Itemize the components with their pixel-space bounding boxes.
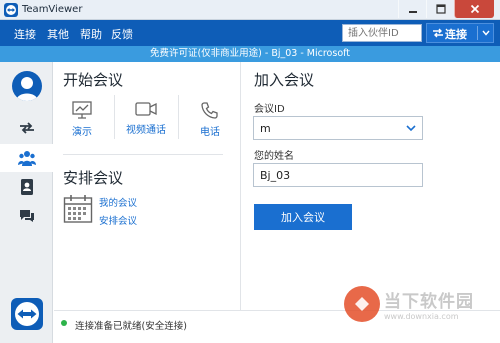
menu-other[interactable]: 其他 xyxy=(47,26,69,42)
close-button[interactable] xyxy=(454,0,494,18)
watermark-logo-icon xyxy=(344,286,380,322)
close-icon xyxy=(470,4,479,14)
your-name-label: 您的姓名 xyxy=(254,151,294,162)
sidebar-item-remote-control[interactable] xyxy=(0,114,53,142)
sidebar xyxy=(0,62,53,343)
calendar-icon xyxy=(63,195,93,223)
contacts-book-icon xyxy=(20,179,33,195)
sidebar-item-meeting[interactable] xyxy=(0,144,53,172)
chat-bubbles-icon xyxy=(19,210,34,222)
swap-arrows-icon xyxy=(433,28,443,38)
status-dot-icon xyxy=(61,320,67,326)
watermark: 当下软件园 www.downxia.com xyxy=(344,286,494,336)
phone-icon xyxy=(201,102,218,119)
status-text: 连接准备已就绪(安全连接) xyxy=(75,321,187,332)
meeting-id-value: m xyxy=(260,122,271,135)
watermark-text: 当下软件园 xyxy=(384,292,474,312)
phone-button[interactable]: 电话 xyxy=(180,101,240,138)
your-name-field[interactable] xyxy=(253,163,423,187)
maximize-button[interactable] xyxy=(426,0,454,18)
menu-bar: 连接 其他 帮助 反馈 xyxy=(0,20,500,46)
avatar[interactable] xyxy=(12,71,42,101)
start-meeting-title: 开始会议 xyxy=(63,71,124,89)
phone-label: 电话 xyxy=(200,127,220,138)
connect-button[interactable]: 连接 xyxy=(426,23,494,43)
video-call-button[interactable]: 视频通话 xyxy=(116,101,176,136)
presentation-icon xyxy=(72,101,92,119)
chevron-down-icon[interactable] xyxy=(482,30,490,36)
present-label: 演示 xyxy=(72,127,92,138)
user-avatar-icon xyxy=(16,77,38,101)
schedule-meeting-title: 安排会议 xyxy=(63,169,124,187)
video-call-label: 视频通话 xyxy=(126,125,166,136)
chevron-down-icon[interactable] xyxy=(406,125,416,132)
partner-id-input[interactable] xyxy=(342,24,422,42)
window-title: TeamViewer xyxy=(22,4,83,15)
menu-feedback[interactable]: 反馈 xyxy=(111,26,133,42)
schedule-meeting-link[interactable]: 安排会议 xyxy=(99,213,137,227)
meeting-id-label: 会议ID xyxy=(254,104,285,115)
sidebar-item-contacts[interactable] xyxy=(0,173,53,201)
join-meeting-button[interactable]: 加入会议 xyxy=(254,204,352,230)
my-meetings-link[interactable]: 我的会议 xyxy=(99,195,137,209)
minimize-button[interactable] xyxy=(398,0,426,18)
swap-arrows-icon xyxy=(19,122,34,134)
meeting-people-icon xyxy=(17,151,36,166)
connect-label: 连接 xyxy=(445,28,467,41)
sidebar-item-chat[interactable] xyxy=(0,202,53,230)
join-meeting-title: 加入会议 xyxy=(254,71,315,89)
present-button[interactable]: 演示 xyxy=(52,101,112,138)
teamviewer-logo-icon xyxy=(4,3,18,17)
teamviewer-home-icon[interactable] xyxy=(11,298,43,330)
menu-connect[interactable]: 连接 xyxy=(14,26,36,42)
license-banner: 免费许可证(仅非商业用途) - Bj_03 - Microsoft xyxy=(0,46,500,62)
watermark-url: www.downxia.com xyxy=(384,312,459,321)
menu-help[interactable]: 帮助 xyxy=(80,26,102,42)
meeting-id-field[interactable]: m xyxy=(253,116,423,140)
video-camera-icon xyxy=(135,102,157,116)
title-bar: TeamViewer xyxy=(0,0,500,20)
